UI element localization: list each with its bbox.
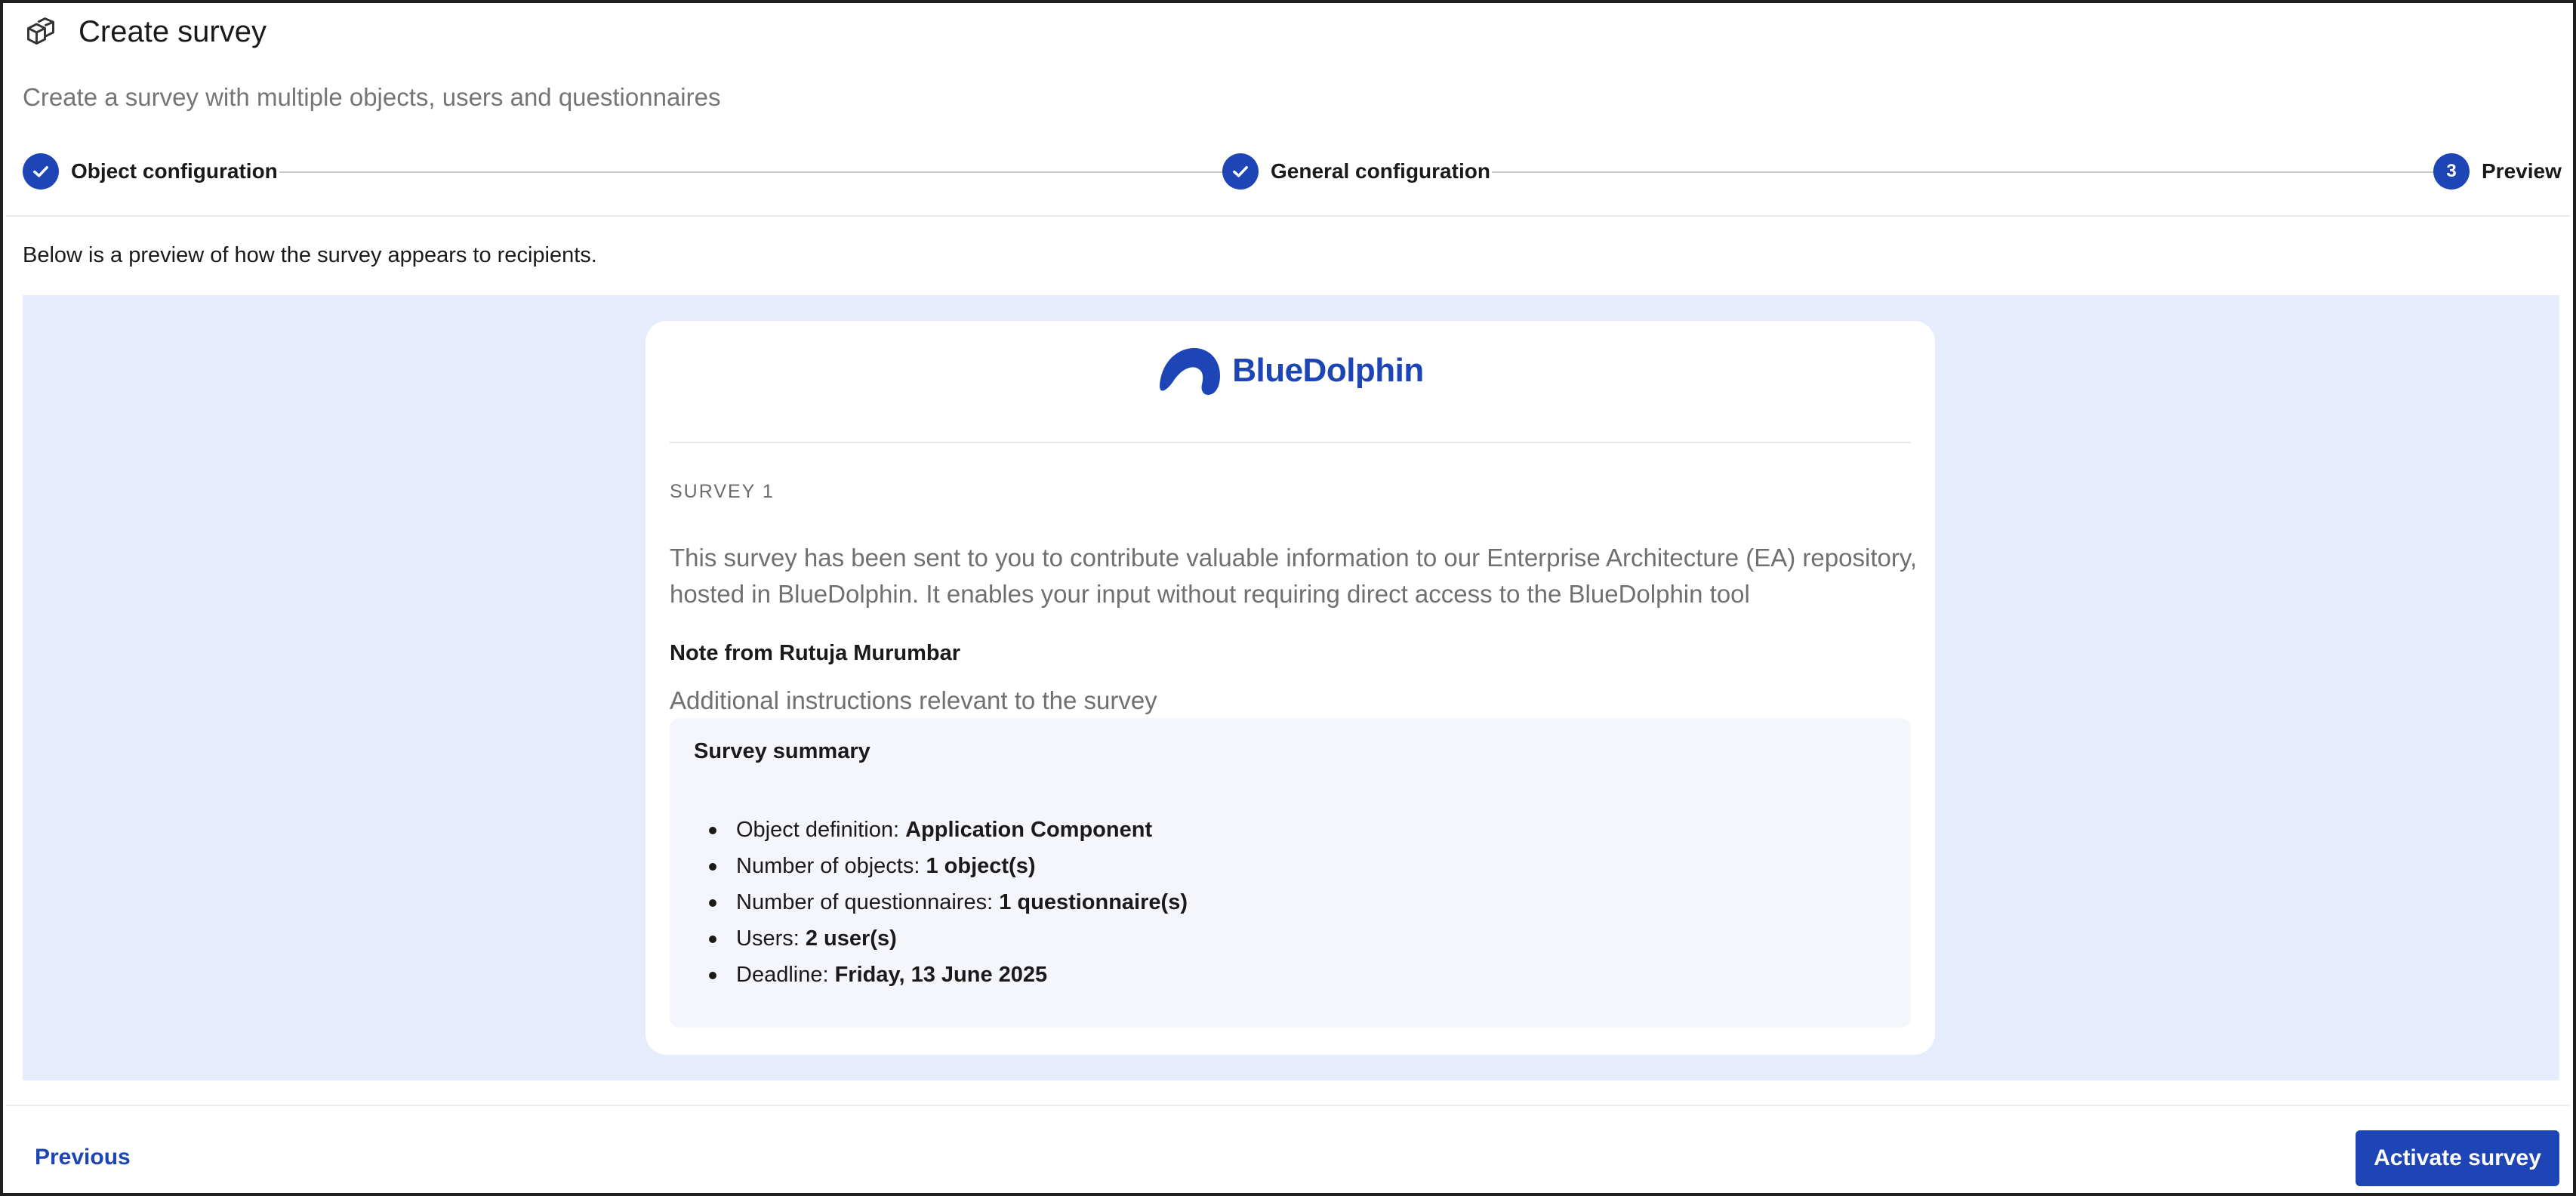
check-icon xyxy=(1222,153,1259,190)
step-number: 3 xyxy=(2433,153,2470,190)
step-label: Object configuration xyxy=(71,159,278,183)
bluedolphin-logo: BlueDolphin xyxy=(646,344,1935,398)
step-general-configuration[interactable]: General configuration xyxy=(1222,153,1490,190)
preview-area: BlueDolphin SURVEY 1 This survey has bee… xyxy=(23,295,2559,1080)
summary-title: Survey summary xyxy=(694,739,870,763)
summary-item-number-of-objects: Number of objects: 1 object(s) xyxy=(694,848,1188,884)
step-object-configuration[interactable]: Object configuration xyxy=(23,153,278,190)
step-preview[interactable]: 3 Preview xyxy=(2433,153,2562,190)
divider xyxy=(6,215,2570,217)
summary-item-value: 1 questionnaire(s) xyxy=(999,890,1188,914)
create-survey-dialog: Create survey Create a survey with multi… xyxy=(0,0,2576,1196)
previous-button[interactable]: Previous xyxy=(23,1134,143,1181)
summary-item-value: 2 user(s) xyxy=(805,926,897,951)
stepper: Object configuration General configurati… xyxy=(23,153,2562,193)
activate-survey-button[interactable]: Activate survey xyxy=(2356,1130,2559,1186)
summary-item-label: Object definition: xyxy=(736,818,900,842)
summary-item-value: Friday, 13 June 2025 xyxy=(834,963,1048,987)
note-heading: Note from Rutuja Murumbar xyxy=(670,641,961,665)
divider xyxy=(670,442,1911,443)
summary-item-label: Number of objects: xyxy=(736,854,920,878)
summary-item-value: Application Component xyxy=(905,818,1153,842)
logo-text: BlueDolphin xyxy=(1232,352,1424,389)
step-label: General configuration xyxy=(1271,159,1490,183)
note-text: Additional instructions relevant to the … xyxy=(670,686,1157,714)
dolphin-logo-icon xyxy=(1160,348,1221,395)
survey-preview-card: BlueDolphin SURVEY 1 This survey has bee… xyxy=(646,321,1935,1055)
divider xyxy=(6,1105,2570,1106)
summary-item-label: Deadline: xyxy=(736,963,829,987)
summary-item-users: Users: 2 user(s) xyxy=(694,920,1188,957)
summary-item-deadline: Deadline: Friday, 13 June 2025 xyxy=(694,957,1188,993)
page-header: Create survey xyxy=(23,9,267,54)
summary-item-label: Users: xyxy=(736,926,800,951)
survey-summary: Survey summary Object definition: Applic… xyxy=(670,718,1911,1028)
step-label: Preview xyxy=(2482,159,2562,183)
summary-item-object-definition: Object definition: Application Component xyxy=(694,812,1188,848)
page-title: Create survey xyxy=(79,14,267,48)
survey-description: This survey has been sent to you to cont… xyxy=(670,544,1918,608)
preview-intro-text: Below is a preview of how the survey app… xyxy=(23,243,597,267)
page-subtitle: Create a survey with multiple objects, u… xyxy=(23,83,721,111)
step-connector xyxy=(1492,171,2440,173)
summary-list: Object definition: Application Component… xyxy=(694,812,1188,993)
check-icon xyxy=(23,153,59,190)
summary-item-number-of-questionnaires: Number of questionnaires: 1 questionnair… xyxy=(694,884,1188,920)
summary-item-label: Number of questionnaires: xyxy=(736,890,994,914)
survey-name: SURVEY 1 xyxy=(670,481,775,502)
cubes-icon xyxy=(23,14,59,50)
summary-item-value: 1 object(s) xyxy=(926,854,1036,878)
step-connector xyxy=(279,171,1229,173)
